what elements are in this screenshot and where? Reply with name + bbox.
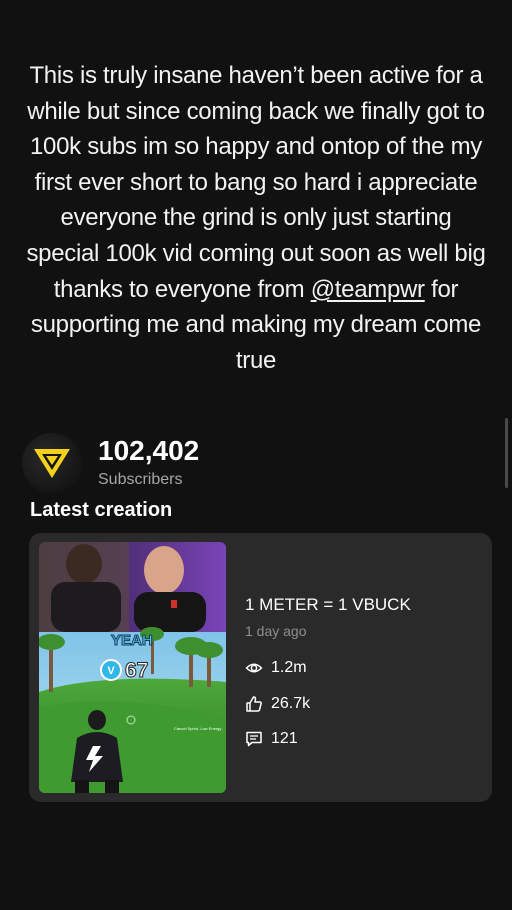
- thumbs-up-icon: [246, 696, 262, 712]
- video-thumbnail[interactable]: V YEAH 67 Cancel Sprint, Low Energy: [39, 542, 226, 793]
- views-count: 1.2m: [271, 659, 307, 676]
- video-title[interactable]: 1 METER = 1 VBUCK: [245, 595, 411, 615]
- svg-text:V: V: [107, 665, 115, 677]
- eye-icon: [245, 663, 263, 673]
- thumbnail-vbuck-count: 67: [124, 659, 149, 683]
- v-logo-icon: [34, 449, 70, 478]
- caption-text-before: This is truly insane haven’t been active…: [26, 62, 486, 303]
- channel-logo: [22, 433, 82, 493]
- views-stat: 1.2m: [245, 657, 307, 679]
- comment-icon: [246, 731, 262, 747]
- scroll-indicator: [505, 418, 508, 488]
- thumbnail-small-text: Cancel Sprint, Low Energy: [174, 726, 222, 731]
- comments-count: 121: [271, 730, 298, 747]
- latest-video-card[interactable]: V YEAH 67 Cancel Sprint, Low Energy 1 ME…: [29, 533, 492, 802]
- story-caption: This is truly insane haven’t been active…: [24, 58, 488, 378]
- likes-count: 26.7k: [271, 695, 311, 712]
- channel-row: 102,402 Subscribers: [22, 433, 322, 493]
- comments-stat: 121: [245, 728, 298, 750]
- likes-stat: 26.7k: [245, 693, 310, 715]
- subscriber-label: Subscribers: [98, 471, 183, 488]
- video-age: 1 day ago: [245, 623, 307, 639]
- section-title: Latest creation: [30, 499, 173, 521]
- mention-link[interactable]: @teampwr: [311, 276, 425, 303]
- subscriber-count: 102,402: [98, 435, 200, 466]
- thumbnail-overlay-word: YEAH: [111, 632, 154, 650]
